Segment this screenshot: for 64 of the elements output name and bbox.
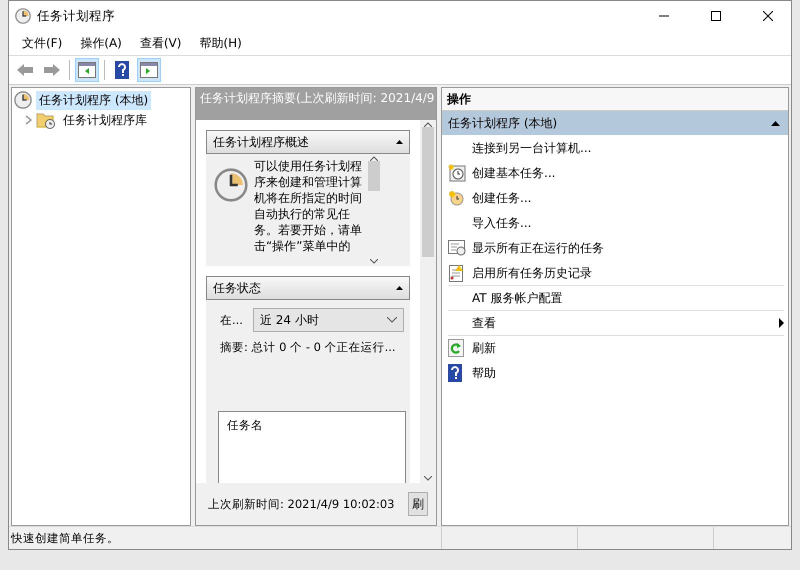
action-item[interactable]: 帮助 (472, 364, 784, 382)
period-dropdown[interactable]: 近 24 小时 (252, 308, 404, 332)
refresh-button[interactable]: 刷 (408, 492, 428, 516)
section-title: 任务状态 (213, 280, 261, 296)
app-clock-icon (15, 8, 31, 24)
action-item[interactable]: 创建基本任务... (472, 164, 784, 182)
status-text: 快速创建简单任务。 (11, 530, 119, 546)
scroll-up-icon[interactable] (424, 122, 432, 127)
help-icon (115, 61, 129, 79)
summary-header: 任务计划程序摘要(上次刷新时间: 2021/4/9 (196, 88, 436, 120)
menu-item[interactable]: 文件(F) (13, 34, 72, 52)
collapse-icon[interactable] (771, 120, 780, 126)
task-list-icon (448, 240, 466, 256)
column-header: 任务名 (227, 418, 263, 432)
scroll-thumb[interactable] (368, 161, 380, 191)
action-item[interactable]: 创建任务... (472, 190, 784, 206)
actions-header: 操作 (442, 88, 788, 111)
action-item[interactable]: AT 服务帐户配置 (472, 290, 784, 306)
collapse-icon[interactable] (396, 140, 403, 144)
menu-item[interactable]: 操作(A) (71, 34, 131, 52)
task-wizard-icon (448, 164, 466, 182)
action-item[interactable]: 刷新 (472, 340, 784, 356)
overview-text: 可以使用任务计划程序来创建和管理计算机将在所指定的时间自动执行的常见任务。若要开始，请单击“操作”菜单中的 (254, 158, 363, 255)
pane-left-icon (78, 62, 96, 78)
expand-caret-icon[interactable] (24, 115, 32, 125)
clock-icon (14, 91, 32, 109)
clock-icon (214, 168, 248, 202)
action-item[interactable]: 显示所有正在运行的任务 (472, 240, 784, 256)
help-icon (448, 364, 462, 382)
action-item[interactable]: 启用所有任务历史记录 (472, 264, 784, 282)
toolbar-button[interactable] (75, 58, 99, 82)
new-task-icon (448, 190, 464, 206)
collapse-icon[interactable] (396, 286, 403, 290)
dropdown-chevron-icon (387, 317, 397, 323)
action-item[interactable]: 连接到另一台计算机... (472, 140, 784, 156)
scroll-up-icon[interactable] (370, 156, 378, 161)
folder-clock-icon (36, 111, 56, 129)
last-refresh-text: 上次刷新时间: 2021/4/9 10:02:03 (208, 496, 394, 512)
scroll-thumb[interactable] (422, 127, 434, 257)
tree-item[interactable]: 任务计划程序库 (60, 110, 150, 130)
summary-text: 摘要: 总计 0 个 - 0 个正在运行... (220, 340, 396, 355)
close-icon (763, 11, 773, 21)
menu-item[interactable]: 帮助(H) (190, 34, 251, 52)
forward-arrow-icon (43, 63, 61, 77)
scrollbar[interactable] (420, 120, 436, 483)
scroll-down-icon[interactable] (370, 259, 378, 264)
pane-right-icon (140, 62, 158, 78)
toolbar-button[interactable] (137, 58, 161, 82)
action-item[interactable]: 查看 (472, 314, 779, 332)
section-header[interactable]: 任务计划程序概述 (206, 130, 410, 154)
back-arrow-icon (16, 63, 34, 77)
period-label: 在... (220, 312, 243, 328)
tree-item[interactable]: 任务计划程序 (本地) (36, 90, 152, 110)
scroll-down-icon[interactable] (424, 476, 432, 481)
window-title: 任务计划程序 (37, 8, 116, 24)
log-icon (448, 264, 464, 282)
action-item[interactable]: 导入任务... (472, 214, 784, 232)
section-header[interactable]: 任务状态 (206, 276, 410, 300)
menu-item[interactable]: 查看(V) (130, 34, 190, 52)
refresh-icon (448, 339, 464, 357)
submenu-arrow-icon (779, 318, 784, 328)
actions-section-header[interactable]: 任务计划程序 (本地) (442, 111, 788, 135)
section-title: 任务计划程序概述 (213, 134, 309, 150)
maximize-icon (711, 11, 721, 21)
